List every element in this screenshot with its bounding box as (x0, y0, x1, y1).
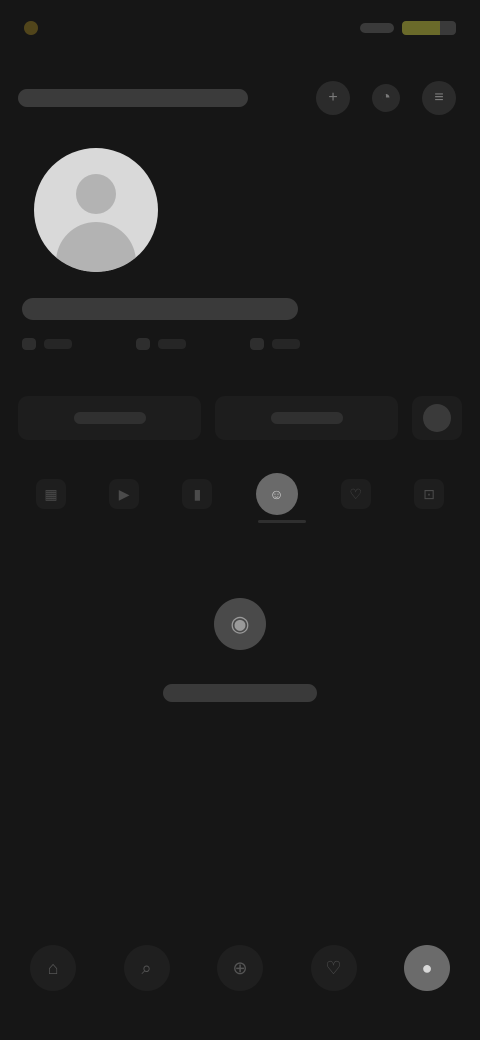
tab-reels-icon[interactable]: ▶ (109, 479, 140, 509)
signal-icon (360, 23, 394, 33)
menu-icon[interactable]: ≡ (422, 81, 456, 115)
tab-profile-tag-icon[interactable]: ☺ (255, 473, 298, 515)
status-bar (24, 14, 456, 42)
person-add-icon (423, 404, 451, 432)
stat-followers[interactable] (136, 338, 186, 350)
camera-icon: ◉ (214, 598, 266, 650)
person-silhouette-icon (76, 174, 116, 214)
tab-grid-icon[interactable]: ▦ (36, 479, 66, 509)
stat-value (250, 338, 264, 350)
tab-lock-icon[interactable]: ⊡ (413, 479, 444, 509)
stat-label (158, 339, 186, 349)
share-profile-label (270, 412, 343, 424)
stat-label (44, 339, 72, 349)
empty-state: ◉ (0, 598, 480, 702)
add-icon[interactable]: + (316, 81, 350, 115)
active-tab-indicator (258, 520, 306, 523)
share-profile-button[interactable] (215, 396, 398, 440)
profile-icon[interactable]: ● (404, 945, 450, 991)
content-tabs: ▦ ▶ ▮ ☺ ♡ ⊡ (18, 470, 462, 518)
stat-value (136, 338, 150, 350)
stat-posts[interactable] (22, 338, 72, 350)
notification-dot-icon (24, 21, 38, 35)
edit-profile-button[interactable] (18, 396, 201, 440)
create-icon[interactable]: ⊕ (217, 945, 263, 991)
profile-stats (22, 338, 300, 350)
stat-following[interactable] (250, 338, 300, 350)
activity-icon[interactable]: ♡ (310, 945, 357, 991)
profile-actions (18, 394, 462, 442)
empty-state-message (163, 684, 317, 702)
edit-profile-label (73, 412, 146, 424)
stat-value (22, 338, 36, 350)
display-name (22, 298, 298, 320)
bottom-navigation: ⌂ ⌕ ⊕ ♡ ● (24, 940, 456, 996)
avatar[interactable] (34, 148, 158, 272)
person-add-button[interactable] (412, 396, 462, 440)
tab-bookmark-icon[interactable]: ▮ (182, 479, 213, 509)
profile-header: + ◔ ≡ (18, 74, 462, 122)
search-icon[interactable]: ⌕ (123, 945, 170, 991)
username[interactable] (18, 89, 248, 107)
tab-heart-icon[interactable]: ♡ (340, 479, 371, 509)
notifications-icon[interactable]: ◔ (372, 84, 400, 112)
profile-screen: + ◔ ≡ ▦ ▶ ▮ ☺ ♡ ⊡ ◉ ⌂ ⌕ ⊕ ♡ ● (0, 0, 480, 1040)
battery-icon (402, 21, 456, 35)
home-icon[interactable]: ⌂ (30, 945, 76, 991)
stat-label (272, 339, 300, 349)
